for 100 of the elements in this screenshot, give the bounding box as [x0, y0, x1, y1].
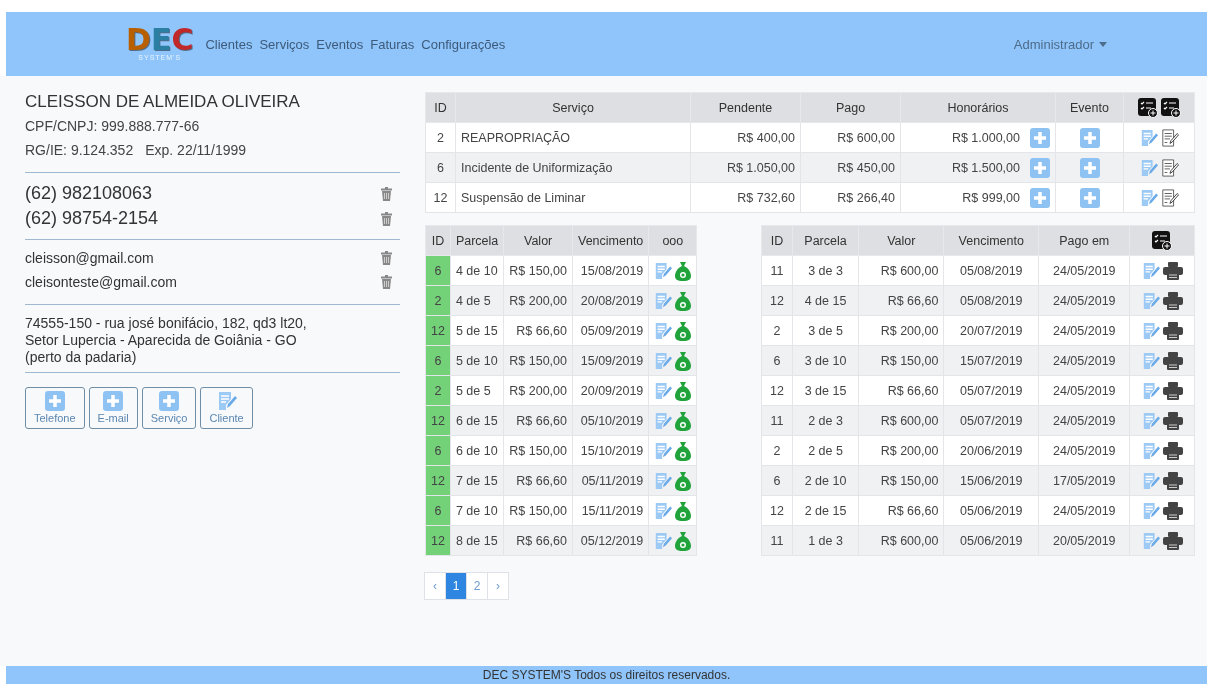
trash-icon[interactable] [381, 186, 392, 201]
edit-icon[interactable] [654, 321, 673, 340]
table-cell: 12 [425, 315, 451, 346]
page-link[interactable]: ‹ [424, 572, 446, 600]
page-link[interactable]: 2 [466, 572, 488, 600]
add-icon[interactable] [1079, 187, 1100, 208]
table-cell: 12 [425, 182, 456, 213]
edit-icon[interactable] [654, 261, 673, 280]
edit-icon[interactable] [654, 471, 673, 490]
user-menu[interactable]: Administrador [1013, 36, 1107, 52]
table-cell: R$ 600,00 [858, 525, 944, 556]
nav-link[interactable]: Configurações [421, 36, 506, 52]
edit-icon[interactable] [654, 531, 673, 550]
checklist-add-icon[interactable] [1137, 97, 1158, 118]
add-icon[interactable] [103, 391, 124, 411]
edit-icon[interactable] [654, 291, 673, 310]
table-cell: R$ 1.050,00 [690, 152, 801, 183]
edit-icon[interactable] [216, 391, 237, 411]
document-pen-icon[interactable] [1160, 128, 1179, 147]
printer-icon[interactable] [1162, 531, 1183, 550]
edit-icon[interactable] [654, 411, 673, 430]
money-bag-icon[interactable] [675, 290, 692, 311]
nav-link[interactable]: Serviços [259, 36, 310, 52]
nav-link[interactable]: Clientes [205, 36, 253, 52]
printer-icon[interactable] [1162, 501, 1183, 520]
table-cell: 24/05/2019 [1038, 285, 1130, 316]
money-bag-icon[interactable] [675, 260, 692, 281]
action-button[interactable]: Serviço [141, 387, 197, 429]
table-cell: 7 de 15 [450, 465, 504, 496]
table-cell: 15/10/2019 [572, 435, 649, 466]
edit-icon[interactable] [654, 441, 673, 460]
edit-icon[interactable] [654, 501, 673, 520]
table-cell: R$ 1.000,00 [951, 130, 1020, 145]
printer-icon[interactable] [1162, 321, 1183, 340]
table-cell: 2 [425, 285, 451, 316]
table-cell: 2 de 5 [792, 435, 859, 466]
table-cell: R$ 600,00 [858, 255, 944, 286]
add-icon[interactable] [1030, 127, 1050, 148]
table-cell: R$ 66,60 [503, 315, 573, 346]
edit-icon[interactable] [654, 381, 673, 400]
table-cell: R$ 66,60 [503, 465, 573, 496]
table-cell: R$ 200,00 [858, 435, 944, 466]
checklist-add-icon[interactable] [1160, 97, 1181, 118]
printer-icon[interactable] [1162, 471, 1183, 490]
action-button[interactable]: E-mail [88, 387, 138, 429]
money-bag-icon[interactable] [675, 350, 692, 371]
checklist-add-icon[interactable] [1152, 230, 1173, 251]
table-cell: Suspensão de Liminar [455, 182, 691, 213]
action-button[interactable]: Cliente [200, 387, 253, 429]
column-header: ID [761, 225, 793, 256]
table-cell: 11 [761, 525, 793, 556]
money-bag-icon[interactable] [675, 470, 692, 491]
phone-number: (62) 98754-2154 [25, 208, 159, 229]
table-cell: 15/11/2019 [572, 495, 649, 526]
money-bag-icon[interactable] [675, 320, 692, 341]
page-link[interactable]: 1 [445, 572, 467, 600]
table-cell: 3 de 3 [792, 255, 859, 286]
printer-icon[interactable] [1162, 261, 1183, 280]
table-cell: 12 [425, 405, 451, 436]
add-icon[interactable] [44, 391, 65, 411]
table-cell: R$ 66,60 [858, 375, 944, 406]
column-header: ID [425, 225, 451, 256]
trash-icon[interactable] [381, 211, 392, 226]
table-cell: 4 de 5 [450, 285, 504, 316]
add-icon[interactable] [1030, 157, 1050, 178]
column-header: Evento [1055, 92, 1124, 123]
printer-icon[interactable] [1162, 291, 1183, 310]
add-icon[interactable] [1030, 187, 1050, 208]
table-cell: R$ 600,00 [858, 405, 944, 436]
nav-link[interactable]: Faturas [370, 36, 415, 52]
money-bag-icon[interactable] [675, 410, 692, 431]
action-button[interactable]: Telefone [25, 387, 85, 429]
printer-icon[interactable] [1162, 351, 1183, 370]
money-bag-icon[interactable] [675, 530, 692, 551]
nav-link[interactable]: Eventos [316, 36, 364, 52]
page-link[interactable]: › [487, 572, 509, 600]
table-cell: 17/05/2019 [1038, 465, 1130, 496]
table-cell: 24/05/2019 [1038, 435, 1130, 466]
trash-icon[interactable] [381, 251, 392, 265]
add-icon[interactable] [1079, 157, 1100, 178]
table-cell: R$ 999,00 [962, 190, 1020, 205]
table-cell: 6 [425, 435, 451, 466]
add-icon[interactable] [1079, 127, 1100, 148]
table-cell: 24/05/2019 [1038, 405, 1130, 436]
printer-icon[interactable] [1162, 381, 1183, 400]
document-pen-icon[interactable] [1160, 188, 1179, 207]
add-icon[interactable] [159, 391, 180, 411]
table-cell: 2 [761, 435, 793, 466]
printer-icon[interactable] [1162, 441, 1183, 460]
table-cell: 2 de 10 [792, 465, 859, 496]
table-cell: 2 [425, 122, 456, 153]
money-bag-icon[interactable] [675, 380, 692, 401]
table-cell: REAPROPRIAÇÃO [455, 122, 691, 153]
document-pen-icon[interactable] [1160, 158, 1179, 177]
money-bag-icon[interactable] [675, 500, 692, 521]
email-address: cleisonteste@gmail.com [25, 274, 177, 290]
edit-icon[interactable] [654, 351, 673, 370]
money-bag-icon[interactable] [675, 440, 692, 461]
trash-icon[interactable] [381, 275, 392, 289]
printer-icon[interactable] [1162, 411, 1183, 430]
